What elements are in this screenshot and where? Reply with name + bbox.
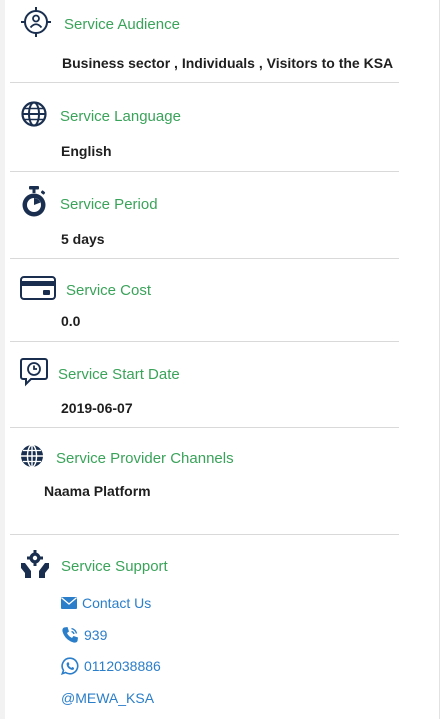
service-provider-channels-title: Service Provider Channels [56,450,234,467]
divider [10,82,399,83]
globe-channels-icon [20,444,44,473]
credit-card-icon [20,276,56,305]
twitter-handle-label: @MEWA_KSA [61,690,155,706]
phone-number-label: 939 [84,627,108,643]
service-audience-title: Service Audience [64,16,180,33]
envelope-icon [61,597,77,609]
contact-us-link[interactable]: Contact Us [61,595,151,611]
divider [10,534,399,535]
service-support-header: Service Support [20,549,168,584]
phone-link[interactable]: 939 [61,626,107,644]
service-language-value: English [61,143,112,159]
phone-icon [61,626,79,644]
twitter-handle-link[interactable]: @MEWA_KSA [61,690,154,706]
service-audience-header: Service Audience [20,6,180,43]
audience-icon [20,6,52,43]
service-language-title: Service Language [60,108,181,125]
whatsapp-number-label: 0112038886 [84,658,161,674]
divider [10,258,399,259]
divider [10,427,399,428]
contact-us-label: Contact Us [82,595,152,611]
service-start-date-value: 2019-06-07 [61,400,133,416]
service-audience-value: Business sector , Individuals , Visitors… [62,55,394,71]
service-start-date-title: Service Start Date [58,366,180,383]
left-edge-strip [0,0,5,719]
service-start-date-header: Service Start Date [20,357,180,392]
service-period-title: Service Period [60,196,158,213]
service-provider-channels-header: Service Provider Channels [20,444,234,473]
divider [10,341,399,342]
service-cost-header: Service Cost [20,276,151,305]
service-details-panel: Service Audience Business sector , Indiv… [0,0,440,719]
service-support-title: Service Support [61,558,168,575]
support-hands-gear-icon [20,549,50,584]
service-cost-title: Service Cost [66,282,152,299]
whatsapp-icon [61,657,79,675]
service-period-value: 5 days [61,231,105,247]
service-cost-value: 0.0 [61,313,81,329]
service-period-header: Service Period [20,186,158,223]
calendar-clock-icon [20,357,48,392]
service-provider-channels-value: Naama Platform [44,483,151,499]
whatsapp-link[interactable]: 0112038886 [61,657,161,675]
stopwatch-icon [20,186,48,223]
globe-icon [20,100,48,133]
service-language-header: Service Language [20,100,181,133]
divider [10,171,399,172]
